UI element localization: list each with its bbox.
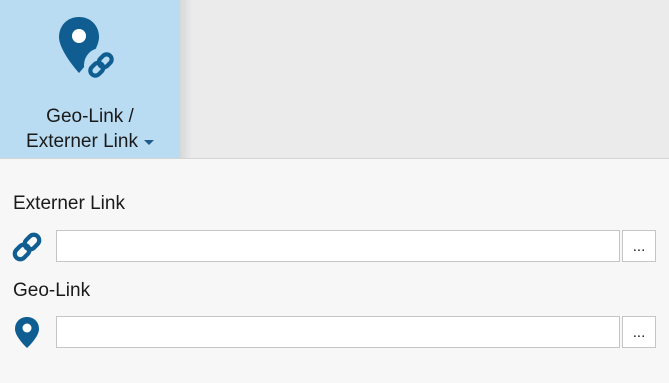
- ribbon-label-line2: Externer Link: [26, 131, 138, 152]
- map-pin-icon: [15, 317, 39, 348]
- geo-link-ribbon-button[interactable]: Geo-Link / Externer Link: [0, 0, 180, 158]
- geo-link-label: Geo-Link: [13, 280, 91, 301]
- ribbon-separator: [180, 0, 192, 158]
- chevron-down-icon[interactable]: [143, 140, 154, 146]
- ribbon-divider: [0, 158, 669, 159]
- ribbon: Geo-Link / Externer Link: [0, 0, 669, 158]
- map-pin-link-icon: [59, 17, 118, 82]
- external-link-browse-button[interactable]: ...: [622, 230, 656, 262]
- ribbon-label-line2-row: Externer Link: [0, 129, 180, 154]
- ribbon-button-label: Geo-Link / Externer Link: [0, 104, 180, 154]
- ribbon-label-line1: Geo-Link /: [46, 106, 134, 127]
- external-link-input[interactable]: [56, 230, 620, 262]
- geo-link-browse-button[interactable]: ...: [622, 316, 656, 348]
- external-link-label: Externer Link: [13, 193, 125, 214]
- link-icon: [12, 232, 42, 262]
- geo-link-panel: Geo-Link / Externer Link Externer Link .…: [0, 0, 669, 383]
- geo-link-input[interactable]: [56, 316, 620, 348]
